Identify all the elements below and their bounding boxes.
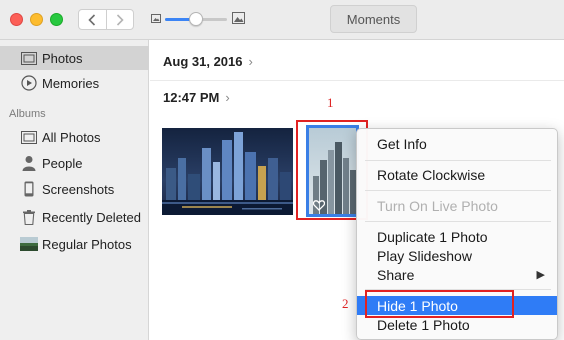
- person-icon: [20, 155, 38, 171]
- forward-button[interactable]: [105, 10, 133, 29]
- trash-icon: [20, 209, 38, 225]
- back-button[interactable]: [79, 10, 106, 29]
- album-thumbnail-icon: [20, 236, 38, 252]
- sidebar-item-label: People: [42, 155, 83, 171]
- moment-date: Aug 31, 2016: [163, 54, 243, 69]
- sidebar-item-label: Regular Photos: [42, 236, 132, 252]
- photos-icon: [20, 50, 38, 66]
- title-bar: Moments: [0, 0, 564, 40]
- albums-section-header: Albums: [9, 108, 46, 120]
- menu-separator: [365, 160, 551, 161]
- small-photo-icon: [151, 14, 161, 23]
- menu-item-rotate-clockwise[interactable]: Rotate Clockwise: [357, 165, 557, 184]
- phone-icon: [20, 181, 38, 197]
- sidebar-item-label: All Photos: [42, 129, 101, 145]
- moment-time-header[interactable]: 12:47 PM ›: [163, 90, 230, 105]
- menu-item-label: Share: [377, 266, 415, 283]
- zoom-slider-knob[interactable]: [189, 12, 203, 26]
- memories-icon: [20, 75, 38, 91]
- sidebar-item-label: Memories: [42, 75, 100, 91]
- menu-separator: [365, 221, 551, 222]
- sidebar-item-label: Recently Deleted: [42, 209, 141, 225]
- photos-window: Moments Photos Memories Albums All Photo…: [0, 0, 564, 340]
- all-photos-icon: [20, 129, 38, 145]
- moment-date-header[interactable]: Aug 31, 2016 ›: [163, 54, 253, 69]
- sidebar-item-screenshots[interactable]: Screenshots: [0, 177, 149, 201]
- photo-thumbnail[interactable]: [162, 128, 293, 215]
- submenu-arrow-icon: ▶: [536, 269, 545, 281]
- city-night-photo: [162, 128, 293, 215]
- zoom-button[interactable]: [50, 13, 63, 26]
- chevron-right-icon: ›: [248, 54, 253, 69]
- menu-separator: [365, 190, 551, 191]
- chevron-right-icon: [116, 13, 124, 26]
- minimize-button[interactable]: [30, 13, 43, 26]
- menu-item-share[interactable]: Share ▶: [357, 265, 557, 284]
- annotation-step-1: 1: [327, 95, 334, 110]
- sidebar: Photos Memories Albums All Photos People: [0, 40, 149, 340]
- sidebar-item-all-photos[interactable]: All Photos: [0, 125, 149, 149]
- menu-item-get-info[interactable]: Get Info: [357, 134, 557, 153]
- chevron-left-icon: [88, 13, 96, 26]
- navigation-buttons: [78, 9, 134, 30]
- divider: [150, 80, 564, 81]
- sidebar-item-recently-deleted[interactable]: Recently Deleted: [0, 205, 149, 229]
- sidebar-item-memories[interactable]: Memories: [0, 71, 149, 95]
- close-button[interactable]: [10, 13, 23, 26]
- moments-tab[interactable]: Moments: [330, 5, 417, 33]
- sidebar-item-label: Screenshots: [42, 181, 115, 197]
- annotation-step-2: 2: [342, 296, 349, 311]
- menu-item-turn-on-live-photo: Turn On Live Photo: [377, 197, 498, 214]
- moment-time: 12:47 PM: [163, 90, 220, 105]
- sidebar-item-people[interactable]: People: [0, 151, 149, 175]
- menu-item-duplicate[interactable]: Duplicate 1 Photo: [357, 227, 557, 246]
- sidebar-item-photos[interactable]: Photos: [0, 46, 149, 70]
- zoom-slider[interactable]: [165, 12, 227, 26]
- large-photo-icon: [232, 12, 245, 24]
- annotation-highlight-hide: [365, 290, 514, 318]
- sidebar-item-label: Photos: [42, 50, 83, 66]
- chevron-right-icon: ›: [225, 90, 230, 105]
- menu-item-play-slideshow[interactable]: Play Slideshow: [357, 246, 557, 265]
- sidebar-item-regular-photos[interactable]: Regular Photos: [0, 232, 149, 256]
